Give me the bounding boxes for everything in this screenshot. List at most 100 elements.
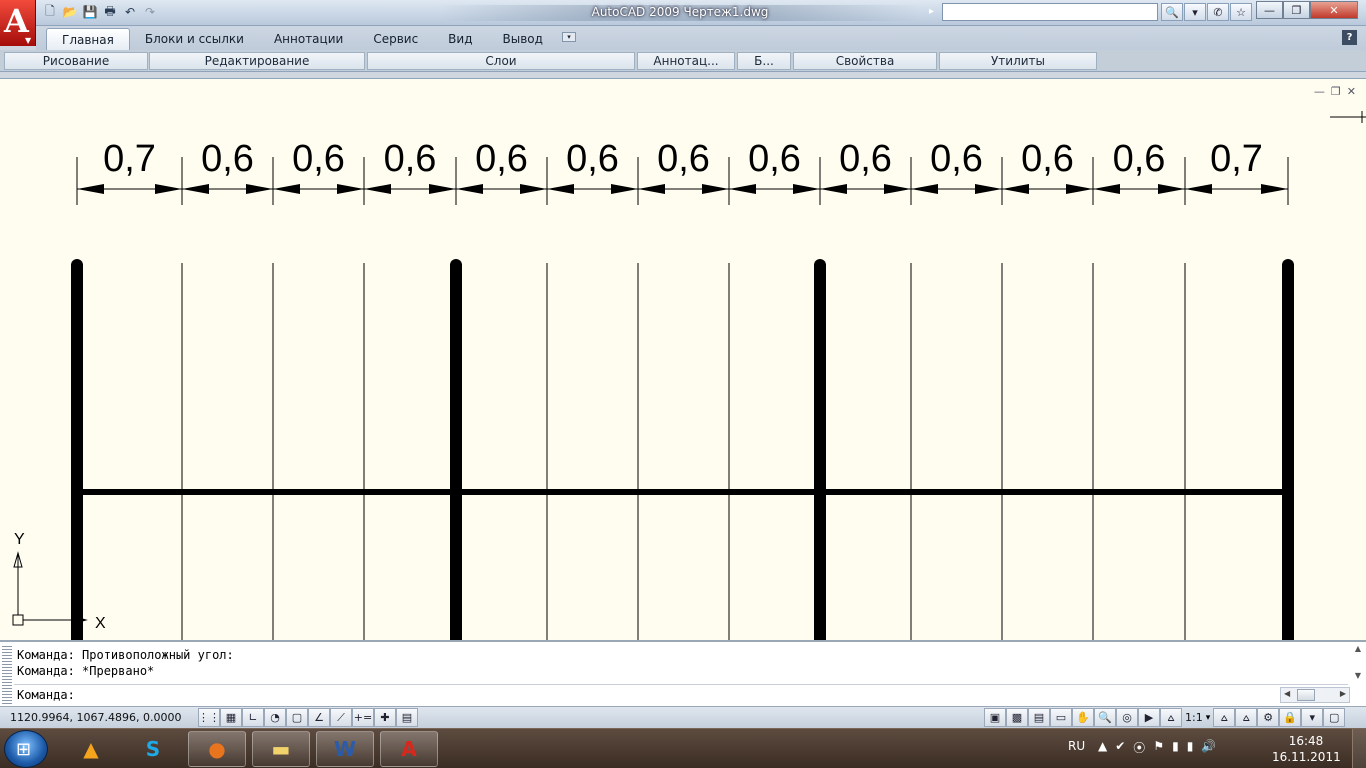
lock-icon[interactable]: 🔒 [1279,708,1302,727]
quick-properties-icon[interactable]: ▤ [396,708,418,727]
ribbon-tab[interactable]: Блоки и ссылки [130,28,259,50]
command-vertical-scrollbar[interactable]: ▲ ▼ [1352,644,1364,684]
redo-icon[interactable]: ↷ [140,3,160,21]
taskbar-firefox[interactable]: ● [188,731,246,767]
pan-icon[interactable]: ✋ [1072,708,1094,727]
status-menu-arrow-icon[interactable]: ▾ [1301,708,1324,727]
new-file-icon[interactable]: 🗋 [40,3,60,21]
ribbon-panel[interactable]: Утилиты [939,52,1097,70]
ribbon-panel[interactable]: Рисование [4,52,148,70]
tray-app-icon[interactable]: ⦿ [1133,739,1145,756]
ribbon-panel[interactable]: Свойства [793,52,937,70]
dimension-text[interactable]: 0,6 [475,138,528,180]
favorites-star-icon[interactable]: ☆ [1230,3,1252,21]
scroll-right-icon[interactable]: ▶ [1340,689,1346,698]
scroll-thumb[interactable] [1297,689,1315,701]
start-button[interactable]: ⊞ [4,730,48,768]
dimension-text[interactable]: 0,6 [930,138,983,180]
dynamic-input-icon[interactable]: += [352,708,374,727]
grid-display-icon[interactable]: ▦ [220,708,242,727]
dimension-text[interactable]: 0,6 [384,138,437,180]
workspace-switching-icon[interactable]: ⚙ [1257,708,1280,727]
search-expand-arrow-icon[interactable]: ▸ [929,6,934,17]
ribbon-tab[interactable]: Сервис [358,28,433,50]
ribbon-tab[interactable]: Главная [46,28,130,50]
clock[interactable]: 16:48 16.11.2011 [1272,733,1341,765]
ribbon-tab[interactable]: Аннотации [259,28,358,50]
dimension-text[interactable]: 0,6 [566,138,619,180]
open-folder-icon[interactable]: 📂 [60,3,80,21]
ribbon-panel[interactable]: Б... [737,52,791,70]
ortho-mode-icon[interactable]: ∟ [242,708,264,727]
annotation-scale-arrow-icon[interactable]: ▾ [1206,713,1211,723]
annotation-visibility-icon[interactable]: ⩟ [1213,708,1236,727]
dimension-text[interactable]: 0,6 [748,138,801,180]
polar-tracking-icon[interactable]: ◔ [264,708,286,727]
help-button[interactable]: ? [1342,30,1357,45]
close-button[interactable]: ✕ [1310,1,1358,19]
snap-mode-icon[interactable]: ⋮⋮ [198,708,220,727]
layout2-icon[interactable]: ▤ [1028,708,1050,727]
lineweight-icon[interactable]: ✚ [374,708,396,727]
drawing-canvas[interactable]: 0,7 0,6 0,6 0,6 0,6 0,6 0,6 0,6 0,6 0,6 0,6 0,6 0,7 Y… [0,79,1366,640]
zoom-icon[interactable]: 🔍 [1094,708,1116,727]
minimize-button[interactable]: — [1256,1,1283,19]
tray-security-icon[interactable]: ✔ [1115,739,1125,756]
show-desktop-button[interactable] [1352,729,1366,768]
object-snap-tracking-icon[interactable]: ∠ [308,708,330,727]
dimension-text[interactable]: 0,7 [103,138,156,180]
restore-button[interactable]: ❐ [1283,1,1310,19]
dimension-text[interactable]: 0,6 [292,138,345,180]
ribbon-panel[interactable]: Слои [367,52,635,70]
steering-wheel-icon[interactable]: ◎ [1116,708,1138,727]
ribbon-tab[interactable]: Вывод [488,28,558,50]
volume-icon[interactable]: 🔊 [1201,739,1216,756]
scroll-left-icon[interactable]: ◀ [1284,689,1290,698]
showmotion-icon[interactable]: ▶ [1138,708,1160,727]
save-icon[interactable]: 💾 [80,3,100,21]
ribbon-tab[interactable]: Вид [433,28,487,50]
object-snap-icon[interactable]: ▢ [286,708,308,727]
application-menu-button[interactable]: A ▼ [0,0,36,46]
drawing-restore-button[interactable]: ❐ [1331,85,1341,98]
undo-icon[interactable]: ↶ [120,3,140,21]
ribbon-panel[interactable]: Редактирование [149,52,365,70]
annotation-scale-icon[interactable]: ⩟ [1160,708,1182,727]
coordinates-readout[interactable]: 1120.9964, 1067.4896, 0.0000 [10,711,181,724]
network-icon[interactable]: ▮ [1187,739,1194,756]
annotation-autoscale-icon[interactable]: ⩟ [1235,708,1258,727]
model-space-icon[interactable]: ▣ [984,708,1006,727]
taskbar-autocad[interactable]: A [380,731,438,767]
layout1-icon[interactable]: ▩ [1006,708,1028,727]
quick-view-icon[interactable]: ▭ [1050,708,1072,727]
tray-device-icon[interactable]: ▮ [1172,739,1179,756]
taskbar-skype[interactable]: S [124,731,182,767]
dimension-text[interactable]: 0,6 [201,138,254,180]
command-prompt[interactable]: Команда: [17,688,75,702]
chevron-down-icon[interactable]: ▾ [1184,3,1206,21]
ribbon-minimize-button[interactable]: ▾ [562,32,576,42]
dimension-text[interactable]: 0,6 [657,138,710,180]
communication-center-icon[interactable]: ✆ [1207,3,1229,21]
dimension-text[interactable]: 0,6 [1113,138,1166,180]
annotation-scale-value[interactable]: 1:1 [1182,711,1206,724]
language-indicator[interactable]: RU [1068,739,1085,753]
dynamic-ucs-icon[interactable]: ⟋ [330,708,352,727]
show-hidden-icons-arrow[interactable]: ▲ [1098,739,1107,756]
drawing-close-button[interactable]: ✕ [1347,85,1356,98]
clean-screen-icon[interactable]: ▢ [1323,708,1346,727]
print-icon[interactable]: 🖶 [100,3,120,21]
command-horizontal-scrollbar[interactable]: ◀ ▶ [1280,687,1350,703]
ribbon-panel[interactable]: Аннотац... [637,52,735,70]
dimension-text[interactable]: 0,6 [839,138,892,180]
dimension-text[interactable]: 0,7 [1210,138,1263,180]
drawing-area[interactable]: 0,7 0,6 0,6 0,6 0,6 0,6 0,6 0,6 0,6 0,6 0,6 0,6 0,7 Y… [0,78,1366,640]
taskbar-word[interactable]: W [316,731,374,767]
drawing-minimize-button[interactable]: — [1314,85,1325,98]
infocenter-search-input[interactable] [942,3,1158,21]
dimension-text[interactable]: 0,6 [1021,138,1074,180]
search-icon[interactable]: 🔍 [1161,3,1183,21]
action-center-flag-icon[interactable]: ⚑ [1153,739,1164,756]
command-line-grip[interactable] [2,646,12,706]
taskbar-explorer[interactable]: ▬ [252,731,310,767]
